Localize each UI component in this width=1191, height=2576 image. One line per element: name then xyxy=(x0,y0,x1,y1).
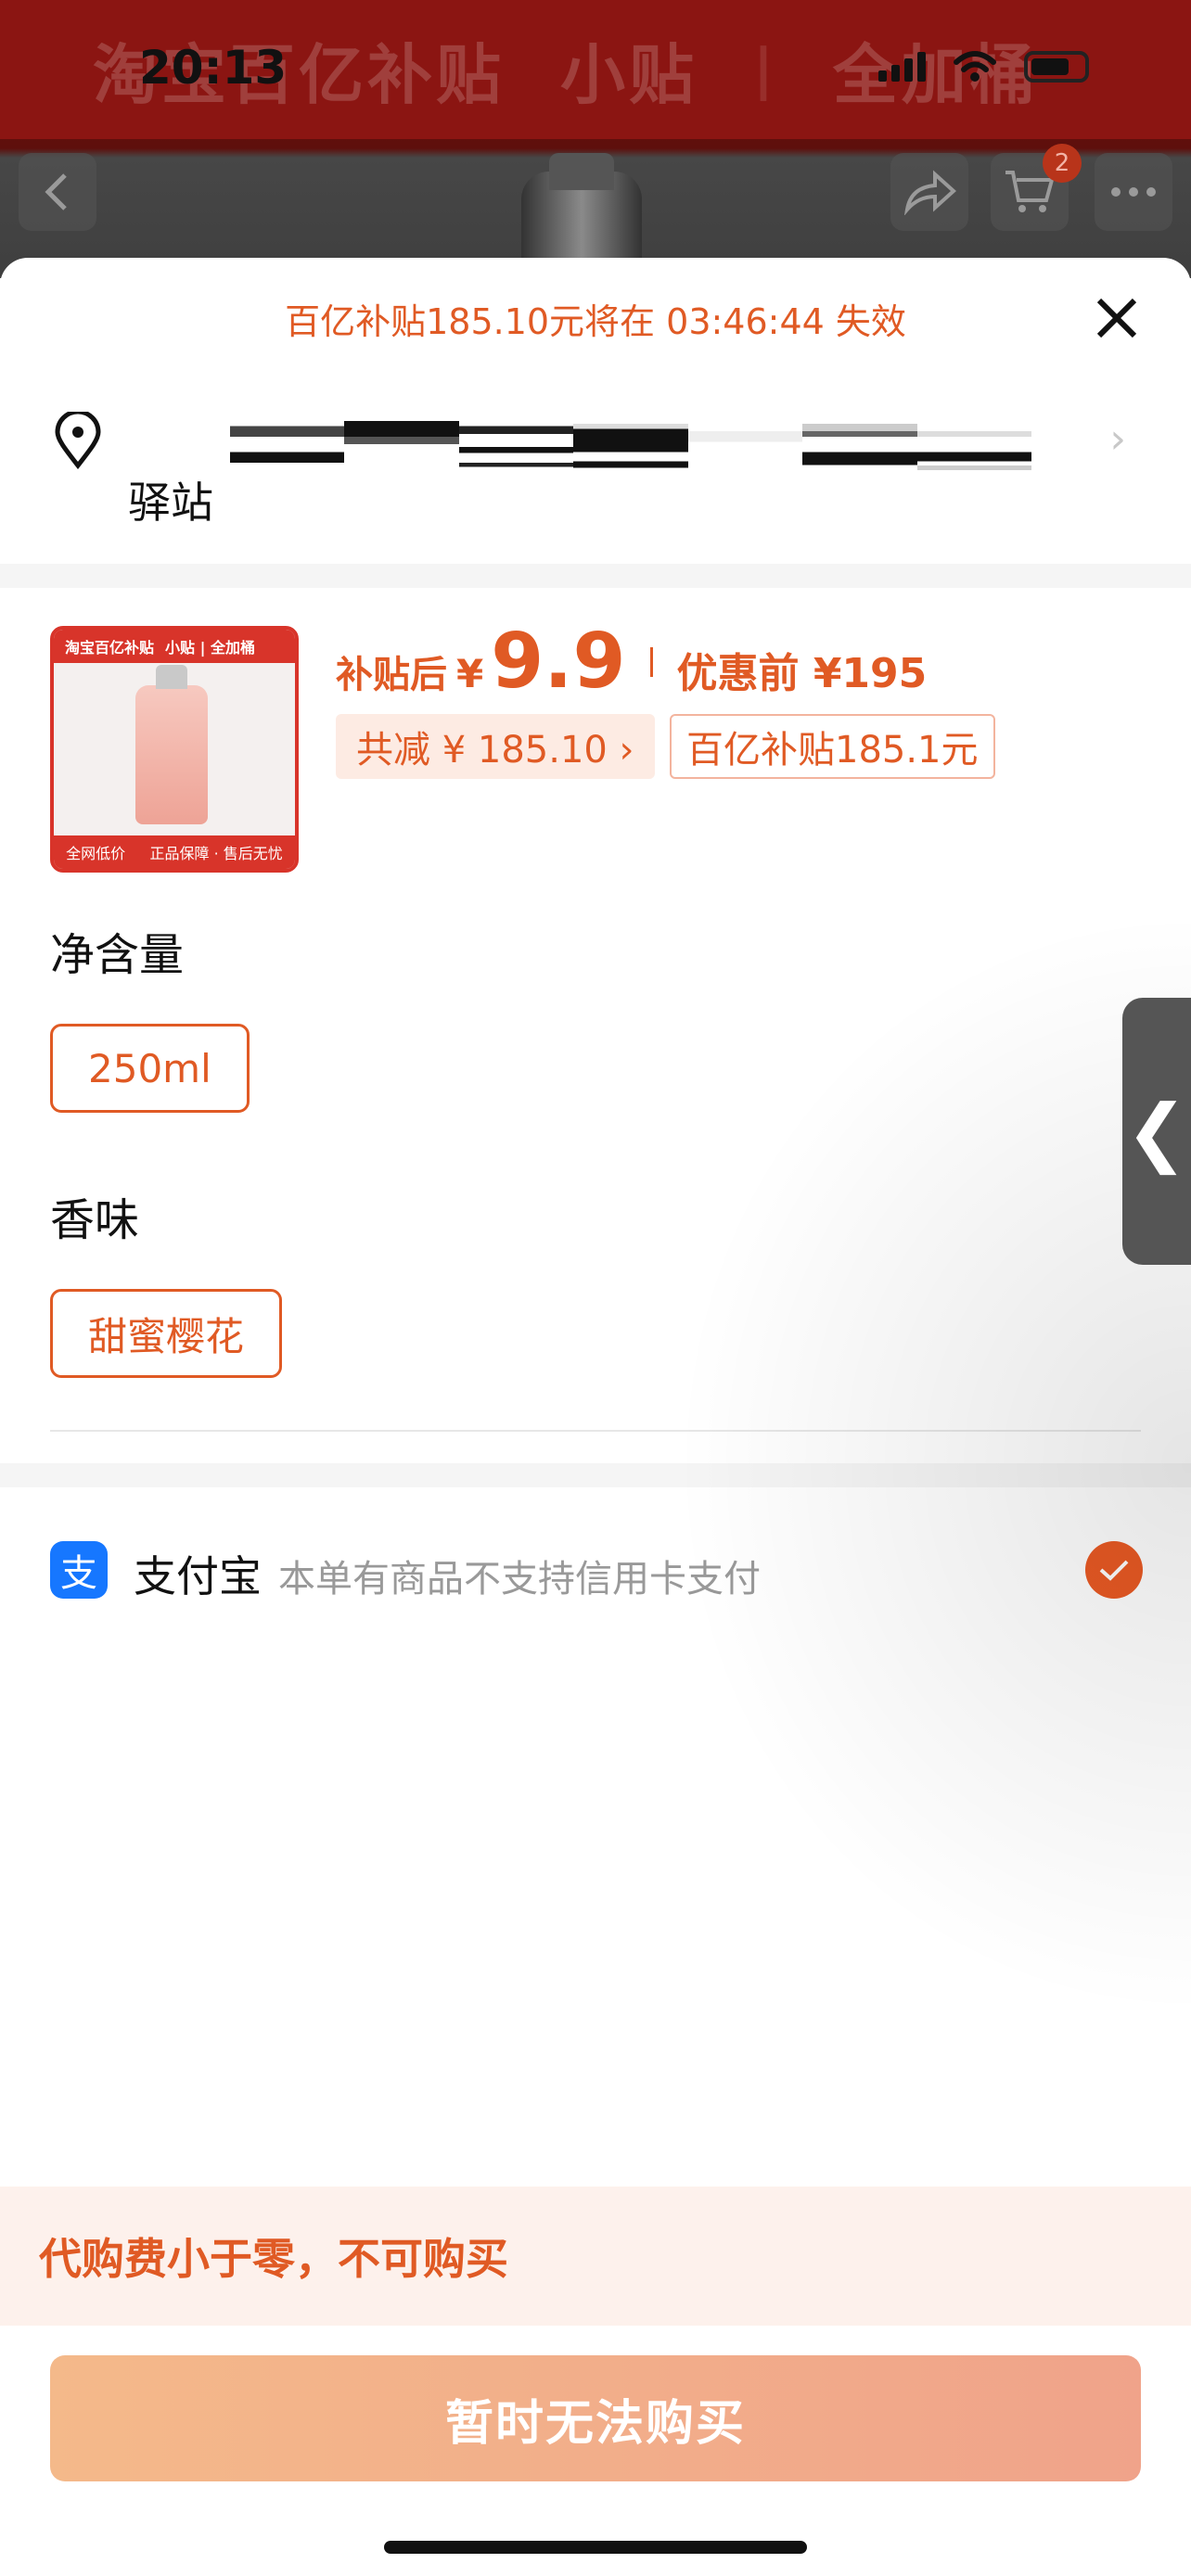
cart-button[interactable]: 2 xyxy=(991,144,1082,231)
payment-selected-check[interactable] xyxy=(1085,1541,1143,1599)
price-currency: ¥ xyxy=(456,651,484,696)
options-divider xyxy=(50,1430,1141,1432)
close-button[interactable] xyxy=(1089,290,1145,346)
payment-note: 本单有商品不支持信用卡支付 xyxy=(278,1558,761,1600)
original-price: 优惠前 ¥195 xyxy=(676,650,928,697)
chevron-right-icon: › xyxy=(1109,415,1126,463)
cart-count-badge: 2 xyxy=(1043,144,1082,183)
status-time: 20:13 xyxy=(139,41,288,95)
option-chip-scent[interactable]: 甜蜜樱花 xyxy=(50,1289,283,1378)
thumb-header-left: 淘宝百亿补贴 xyxy=(65,639,155,657)
share-button[interactable] xyxy=(890,153,968,231)
product-bottle-image xyxy=(135,665,208,824)
payment-name: 支付宝 xyxy=(134,1551,262,1601)
thumb-header-right: 小贴 | 全加桶 xyxy=(165,639,256,657)
subsidy-countdown: 百亿补贴185.10元将在 03:46:44 失效 xyxy=(285,301,906,342)
final-price: 9.9 xyxy=(491,618,626,706)
more-icon xyxy=(1111,187,1156,197)
wifi-icon xyxy=(954,51,996,82)
thumb-footer: 全网低价 正品保障 · 售后无忧 xyxy=(54,835,295,869)
chevron-left-icon xyxy=(45,173,67,210)
section-divider xyxy=(0,564,1191,588)
purchase-warning: 代购费小于零，不可购买 xyxy=(0,2187,1191,2326)
more-button[interactable] xyxy=(1095,153,1172,231)
location-pin-icon xyxy=(55,412,101,469)
thumb-footer-left: 全网低价 xyxy=(66,845,126,862)
option-title-scent: 香味 xyxy=(50,1194,140,1246)
buy-button[interactable]: 暂时无法购买 xyxy=(50,2355,1141,2481)
after-subsidy-label: 补贴后 xyxy=(336,654,447,696)
home-indicator xyxy=(384,2541,807,2554)
share-icon xyxy=(903,170,956,215)
total-discount-tag[interactable]: 共减 ¥ 185.10 › xyxy=(336,714,655,779)
thumb-footer-right: 正品保障 · 售后无忧 xyxy=(149,845,283,862)
price-line: 补贴后 ¥ 9.9 优惠前 ¥195 xyxy=(336,618,927,706)
side-drawer-tab[interactable]: ❮ xyxy=(1122,998,1191,1265)
subsidy-tag: 百亿补贴185.1元 xyxy=(670,714,995,779)
option-title-volume: 净含量 xyxy=(50,929,185,981)
purchase-sheet: 百亿补贴185.10元将在 03:46:44 失效 驿站 › 淘宝百亿补贴 小贴… xyxy=(0,258,1191,2576)
section-divider-payment xyxy=(0,1463,1191,1487)
product-thumbnail[interactable]: 淘宝百亿补贴 小贴 | 全加桶 全网低价 正品保障 · 售后无忧 xyxy=(50,626,299,873)
status-bar: 20:13 xyxy=(0,28,1191,111)
thumb-header: 淘宝百亿补贴 小贴 | 全加桶 xyxy=(54,630,295,663)
address-label: 驿站 xyxy=(128,478,213,528)
back-button[interactable] xyxy=(19,153,96,231)
status-icons xyxy=(878,51,1089,83)
alipay-icon: 支 xyxy=(50,1541,108,1599)
check-icon xyxy=(1099,1560,1129,1581)
price-divider xyxy=(649,646,653,677)
signal-icon xyxy=(878,52,926,82)
address-redacted xyxy=(230,421,1031,473)
battery-icon xyxy=(1024,51,1089,83)
option-chip-volume[interactable]: 250ml xyxy=(50,1024,250,1113)
close-icon xyxy=(1096,298,1137,338)
